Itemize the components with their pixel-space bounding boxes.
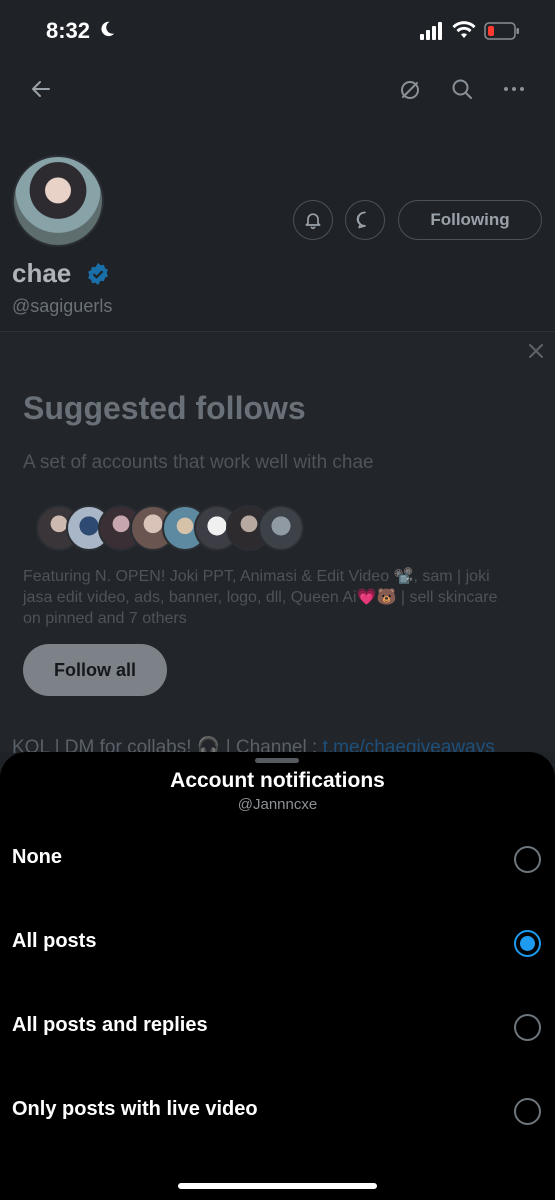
- profile-avatar[interactable]: [12, 155, 104, 247]
- radio-button[interactable]: [514, 1098, 541, 1125]
- profile-name: chae: [12, 258, 72, 288]
- search-icon[interactable]: [450, 77, 474, 101]
- radio-button[interactable]: [514, 846, 541, 873]
- notifications-bell-button[interactable]: [293, 200, 333, 240]
- featuring-text: Featuring N. OPEN! Joki PPT, Animasi & E…: [23, 568, 498, 627]
- home-indicator[interactable]: [178, 1183, 377, 1189]
- radio-button[interactable]: [514, 1014, 541, 1041]
- suggested-avatar[interactable]: [258, 505, 304, 551]
- wifi-icon: [452, 21, 476, 38]
- battery-icon: [484, 22, 519, 40]
- radio-button-selected[interactable]: [514, 930, 541, 957]
- profile-handle: @sagiguerls: [12, 296, 113, 316]
- option-all-posts[interactable]: All posts: [0, 914, 555, 974]
- suggested-follows-subtitle: A set of accounts that work well with ch…: [23, 452, 374, 473]
- status-time: 8:32: [46, 18, 91, 43]
- verified-badge-icon: [88, 263, 108, 285]
- option-label: All posts: [12, 930, 97, 952]
- option-none[interactable]: None: [0, 830, 555, 890]
- moon-icon: [101, 21, 115, 37]
- option-label: Only posts with live video: [12, 1098, 258, 1120]
- bell-icon: [305, 213, 321, 230]
- sheet-subtitle: @Jannncxe: [237, 796, 318, 813]
- grok-icon[interactable]: [398, 78, 422, 102]
- more-options-icon[interactable]: [502, 77, 526, 101]
- sheet-grabber[interactable]: [255, 758, 299, 763]
- option-all-posts-and-replies[interactable]: All posts and replies: [0, 998, 555, 1058]
- option-label: None: [12, 846, 62, 868]
- close-icon[interactable]: [527, 342, 545, 360]
- cellular-signal-icon: [420, 22, 442, 40]
- following-button[interactable]: Following: [398, 200, 542, 240]
- option-live-video[interactable]: Only posts with live video: [0, 1082, 555, 1142]
- sheet-title: Account notifications: [170, 769, 385, 792]
- suggested-follows-title: Suggested follows: [23, 390, 306, 426]
- suggested-avatars: [36, 505, 306, 553]
- message-button[interactable]: [345, 200, 385, 240]
- option-label: All posts and replies: [12, 1014, 208, 1036]
- back-arrow-icon[interactable]: [29, 77, 53, 101]
- message-bubble-icon: [356, 211, 366, 229]
- follow-all-button[interactable]: Follow all: [23, 644, 167, 696]
